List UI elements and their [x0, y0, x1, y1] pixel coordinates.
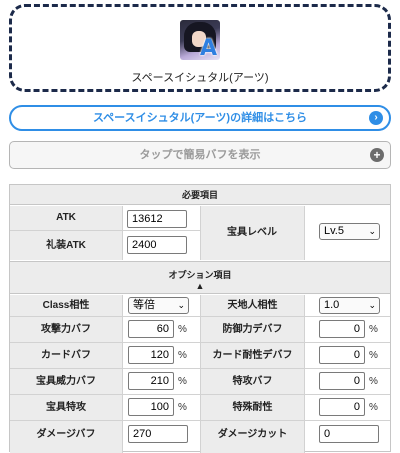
- servant-detail-link[interactable]: スペースイシュタル(アーツ)の詳細はこちら ›: [9, 105, 391, 131]
- def-debuff-percent: %: [369, 324, 378, 335]
- special-atk-buff-label: 特攻バフ: [201, 369, 304, 394]
- np-special-label: 宝具特攻: [10, 395, 122, 420]
- card-res-debuff-label: カード耐性デバフ: [201, 343, 304, 368]
- atk-input[interactable]: 13612: [127, 210, 187, 228]
- attribute-affinity-label: 天地人相性: [201, 295, 304, 316]
- class-affinity-select-value: 等倍: [133, 299, 155, 311]
- damage-cut-label: ダメージカット: [201, 421, 304, 453]
- special-atk-buff-percent: %: [369, 376, 378, 387]
- ce-atk-input[interactable]: 2400: [127, 236, 187, 254]
- card-buff-input[interactable]: 120: [128, 346, 174, 364]
- special-res-label: 特殊耐性: [201, 395, 304, 420]
- ce-atk-label: 礼装ATK: [10, 231, 122, 260]
- np-special-percent: %: [178, 402, 187, 413]
- arts-card-badge: A: [199, 36, 217, 60]
- chevron-down-icon: ⌄: [177, 300, 185, 310]
- damage-cut-input[interactable]: 0: [319, 425, 379, 443]
- card-res-debuff-input[interactable]: 0: [319, 346, 365, 364]
- servant-portrait: A: [180, 20, 220, 60]
- np-buff-percent: %: [178, 376, 187, 387]
- np-special-input[interactable]: 100: [128, 398, 174, 416]
- chevron-down-icon: ⌄: [368, 300, 376, 310]
- options-section-header[interactable]: オプション項目 ▲: [10, 261, 390, 294]
- special-res-input[interactable]: 0: [319, 398, 365, 416]
- card-res-debuff-percent: %: [369, 350, 378, 361]
- special-res-percent: %: [369, 402, 378, 413]
- np-level-label: 宝具レベル: [200, 206, 304, 260]
- servant-name: スペースイシュタル(アーツ): [131, 72, 269, 84]
- servant-card[interactable]: A スペースイシュタル(アーツ): [9, 4, 391, 92]
- plus-circle-icon: +: [370, 148, 384, 162]
- required-section-header: 必要項目: [10, 185, 390, 205]
- options-section-title: オプション項目: [168, 270, 232, 280]
- attribute-affinity-select[interactable]: 1.0 ⌄: [319, 297, 380, 314]
- servant-detail-link-label: スペースイシュタル(アーツ)の詳細はこちら: [92, 112, 308, 124]
- np-buff-input[interactable]: 210: [128, 372, 174, 390]
- class-affinity-select[interactable]: 等倍 ⌄: [128, 297, 189, 314]
- special-atk-buff-input[interactable]: 0: [319, 372, 365, 390]
- simple-buff-toggle-button[interactable]: タップで簡易バフを表示 +: [9, 141, 391, 169]
- damage-buff-input[interactable]: 270: [128, 425, 188, 443]
- attribute-affinity-select-value: 1.0: [324, 299, 340, 311]
- np-level-select-value: Lv.5: [324, 225, 344, 237]
- np-buff-label: 宝具威力バフ: [10, 369, 122, 394]
- atk-label: ATK: [10, 206, 122, 230]
- atk-buff-percent: %: [178, 324, 187, 335]
- def-debuff-label: 防御力デバフ: [201, 317, 304, 342]
- simple-buff-toggle-label: タップで簡易バフを表示: [139, 149, 261, 161]
- damage-buff-label: ダメージバフ: [10, 421, 122, 453]
- chevron-down-icon: ⌄: [368, 226, 376, 236]
- atk-buff-label: 攻撃力バフ: [10, 317, 122, 342]
- class-affinity-label: Class相性: [10, 295, 122, 316]
- chevron-right-circle-icon: ›: [369, 111, 383, 125]
- damage-calculator-panel: 必要項目 ATK 礼装ATK 宝具レベル 13612 2400 Lv.5 ⌄ オ…: [9, 184, 391, 453]
- card-buff-percent: %: [178, 350, 187, 361]
- def-debuff-input[interactable]: 0: [319, 320, 365, 338]
- collapse-arrow-icon: ▲: [195, 281, 205, 291]
- np-level-select[interactable]: Lv.5 ⌄: [319, 223, 380, 240]
- atk-buff-input[interactable]: 60: [128, 320, 174, 338]
- card-buff-label: カードバフ: [10, 343, 122, 368]
